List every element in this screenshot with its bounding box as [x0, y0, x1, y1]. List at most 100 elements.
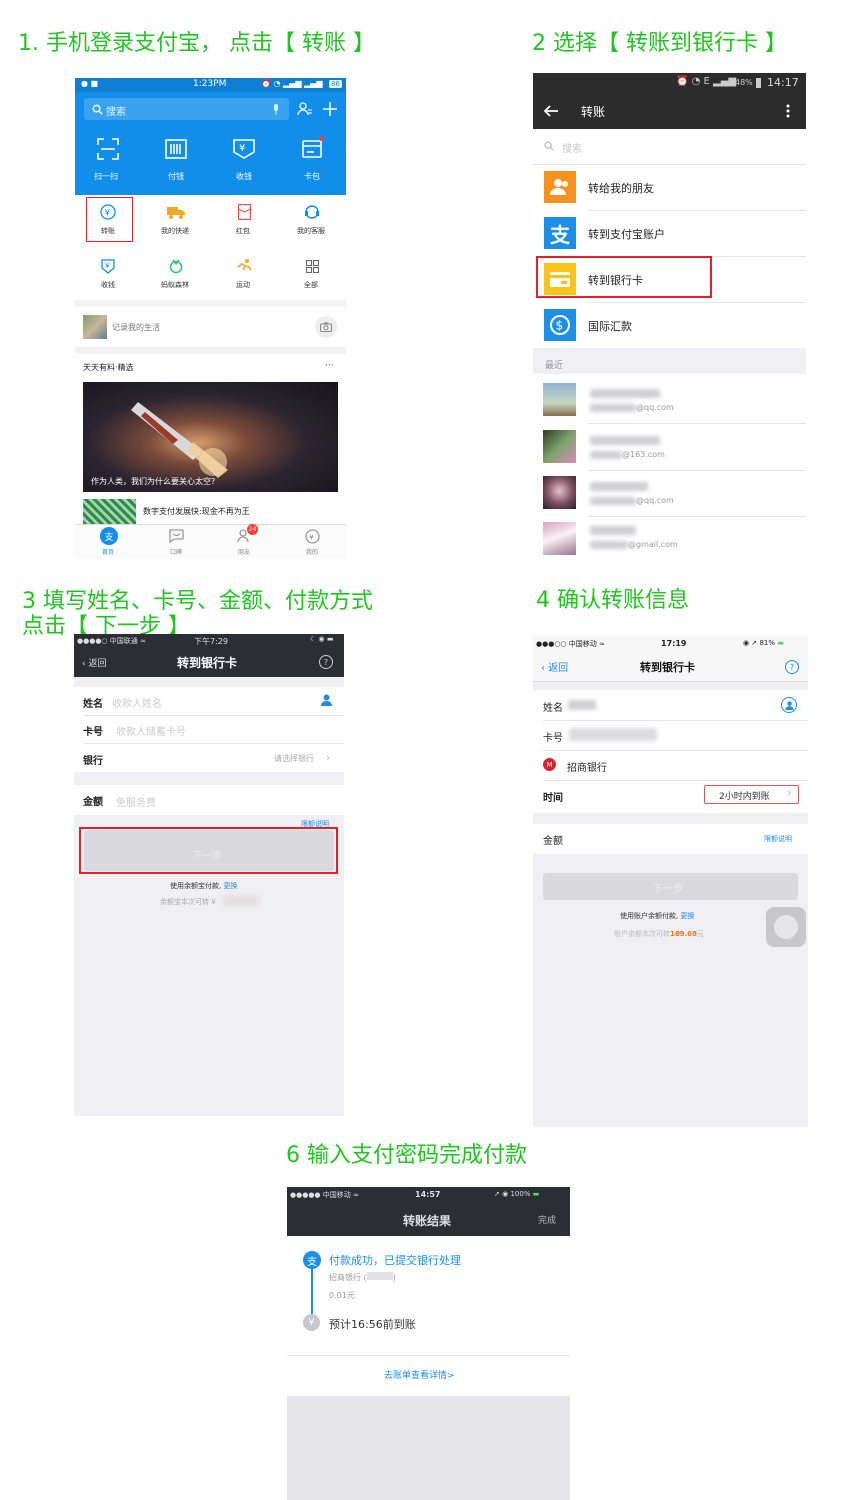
card-number-field[interactable]: 收款人储蓄卡号	[116, 723, 186, 738]
arrival-time-value: 2小时内到账	[719, 792, 770, 802]
change-link[interactable]: 更换	[223, 882, 237, 890]
alipay-account-icon[interactable]: 支	[544, 217, 576, 249]
step3-title: 3 填写姓名、卡号、金额、付款方式	[22, 589, 373, 614]
collect-icon[interactable]: ¥	[99, 257, 117, 275]
divider	[543, 720, 808, 721]
time-label: 时间	[543, 793, 563, 804]
bank-line: 招商银行 ()	[329, 1272, 396, 1282]
delivery-icon[interactable]	[167, 204, 185, 220]
divider	[588, 470, 806, 471]
friends-badge: 24	[247, 524, 258, 535]
international-remit-icon[interactable]: $	[544, 309, 576, 341]
balance-note: 余额宝本次可转 ¥	[160, 898, 216, 906]
status-time: 14:57	[415, 1190, 441, 1199]
bill-detail-link[interactable]: 去账单查看详情>	[384, 1368, 455, 1381]
divider	[83, 715, 344, 716]
friends-transfer-icon[interactable]	[544, 171, 576, 203]
progress-line	[311, 1267, 313, 1317]
contact-picker-icon[interactable]	[781, 697, 797, 713]
status-battery: 86	[329, 80, 342, 88]
grid-label: 蚂蚁森林	[161, 281, 189, 289]
next-button-label: 下一步	[653, 884, 683, 895]
home-tab-icon[interactable]: 支	[100, 527, 118, 545]
contact-name-redacted	[590, 389, 660, 398]
more-menu-icon[interactable]	[781, 101, 795, 121]
back-arrow-icon[interactable]	[541, 101, 561, 121]
name-redacted	[568, 700, 596, 710]
bank-select[interactable]: 请选择银行	[274, 753, 314, 764]
balance-note: 账户余额本次可转189.08元	[614, 930, 705, 938]
search-icon	[91, 102, 103, 116]
status-icons: ⏰ ◔ E ▂▄▆	[676, 76, 737, 87]
amount-field[interactable]: 免服务费	[116, 794, 156, 809]
red-packet-icon[interactable]	[236, 203, 252, 221]
recent-section-header	[533, 348, 806, 374]
camera-icon[interactable]	[315, 316, 337, 338]
divider	[83, 743, 344, 744]
success-text: 付款成功，已提交银行处理	[329, 1254, 461, 1267]
customer-service-icon[interactable]	[303, 203, 321, 221]
contacts-icon[interactable]	[296, 100, 314, 118]
pay-icon[interactable]	[165, 138, 187, 160]
amount-text: 0.01元	[329, 1291, 355, 1300]
screenshot-transfer-result: ●●●●● 中国移动 ≈ 14:57 ➚ ◉ 100% ▬ 转账结果 完成 支 …	[287, 1187, 570, 1500]
status-time: 14:17	[767, 76, 799, 89]
divider	[588, 210, 806, 211]
scan-icon[interactable]	[97, 138, 119, 160]
divider	[543, 780, 808, 781]
news-title[interactable]: 数字支付发展快:现金不再为王	[143, 506, 250, 517]
status-time: 1:23PM	[193, 79, 227, 89]
koubei-tab-icon[interactable]	[167, 527, 185, 545]
screenshot-transfer-form: ●●●●○ 中国联通 ≈ 下午7:29 ☾ ◉ ▬ ‹ 返回 转到银行卡 ? 姓…	[74, 634, 344, 1116]
screenshot-confirm-transfer: ●●●○○ 中国移动 ≈ 17:19 ◉ ➚ 81% ▬ ‹ 返回 转到银行卡 …	[533, 635, 808, 1127]
receive-icon[interactable]: ¥	[233, 138, 255, 160]
tab-label: 口碑	[170, 549, 183, 556]
mine-tab-icon[interactable]: ¥	[303, 527, 321, 545]
option-label[interactable]: 国际汇款	[588, 318, 632, 334]
contact-name-redacted	[590, 436, 660, 445]
done-button[interactable]: 完成	[538, 1213, 556, 1226]
name-field[interactable]: 收款人姓名	[112, 695, 162, 710]
search-icon	[543, 139, 555, 153]
limit-link[interactable]: 限额说明	[764, 834, 792, 844]
ant-forest-icon[interactable]	[167, 257, 185, 275]
back-button[interactable]: ‹ 返回	[82, 656, 106, 669]
option-label[interactable]: 转给我的朋友	[588, 180, 654, 196]
contact-name-redacted	[590, 482, 648, 491]
card-wallet-icon[interactable]	[301, 138, 323, 160]
eta-text: 预计16:56前到账	[329, 1318, 416, 1331]
help-icon[interactable]: ?	[319, 655, 333, 669]
name-label: 姓名	[83, 699, 103, 710]
cmb-bank-logo-icon: M	[543, 758, 556, 771]
amount-card	[74, 785, 344, 815]
grid-label: 收钱	[101, 281, 115, 289]
svg-text:$: $	[556, 319, 564, 333]
card-label: 卡号	[83, 727, 103, 738]
help-icon[interactable]: ?	[785, 660, 799, 674]
add-icon[interactable]	[321, 100, 339, 118]
feed-caption: 作为人类，我们为什么要关心太空?	[91, 477, 216, 486]
svg-text:¥: ¥	[239, 143, 245, 154]
amount-label: 金额	[83, 797, 103, 808]
battery-level: 48%	[735, 78, 753, 87]
divider	[533, 164, 806, 165]
divider	[543, 750, 808, 751]
contact-picker-icon[interactable]	[319, 693, 333, 707]
contact-name-redacted	[590, 526, 636, 535]
highlight-bank-card	[536, 256, 712, 298]
feed-more-icon[interactable]: ···	[325, 361, 334, 371]
all-apps-icon[interactable]	[304, 258, 320, 274]
back-button[interactable]: ‹ 返回	[541, 659, 568, 674]
microphone-icon[interactable]	[271, 101, 281, 117]
top-action-label: 扫一扫	[94, 172, 118, 181]
status-carrier: ●●●●● 中国移动 ≈	[290, 1191, 359, 1199]
svg-text:¥: ¥	[309, 533, 314, 541]
grid-label: 红包	[236, 227, 250, 235]
option-label[interactable]: 转到支付宝账户	[588, 226, 665, 242]
screenshot-alipay-home: 1:23PM ● ■ ⏰ ◔ ▂▄▆ ▂▄▆ 86 搜索 ¥ 扫一扫 付钱 收钱…	[75, 78, 346, 558]
page-title: 转账	[581, 105, 606, 119]
contact-avatar	[543, 522, 576, 555]
search-input[interactable]: 搜索	[562, 140, 582, 155]
sport-icon[interactable]	[235, 257, 253, 275]
change-link[interactable]: 更换	[680, 912, 694, 920]
